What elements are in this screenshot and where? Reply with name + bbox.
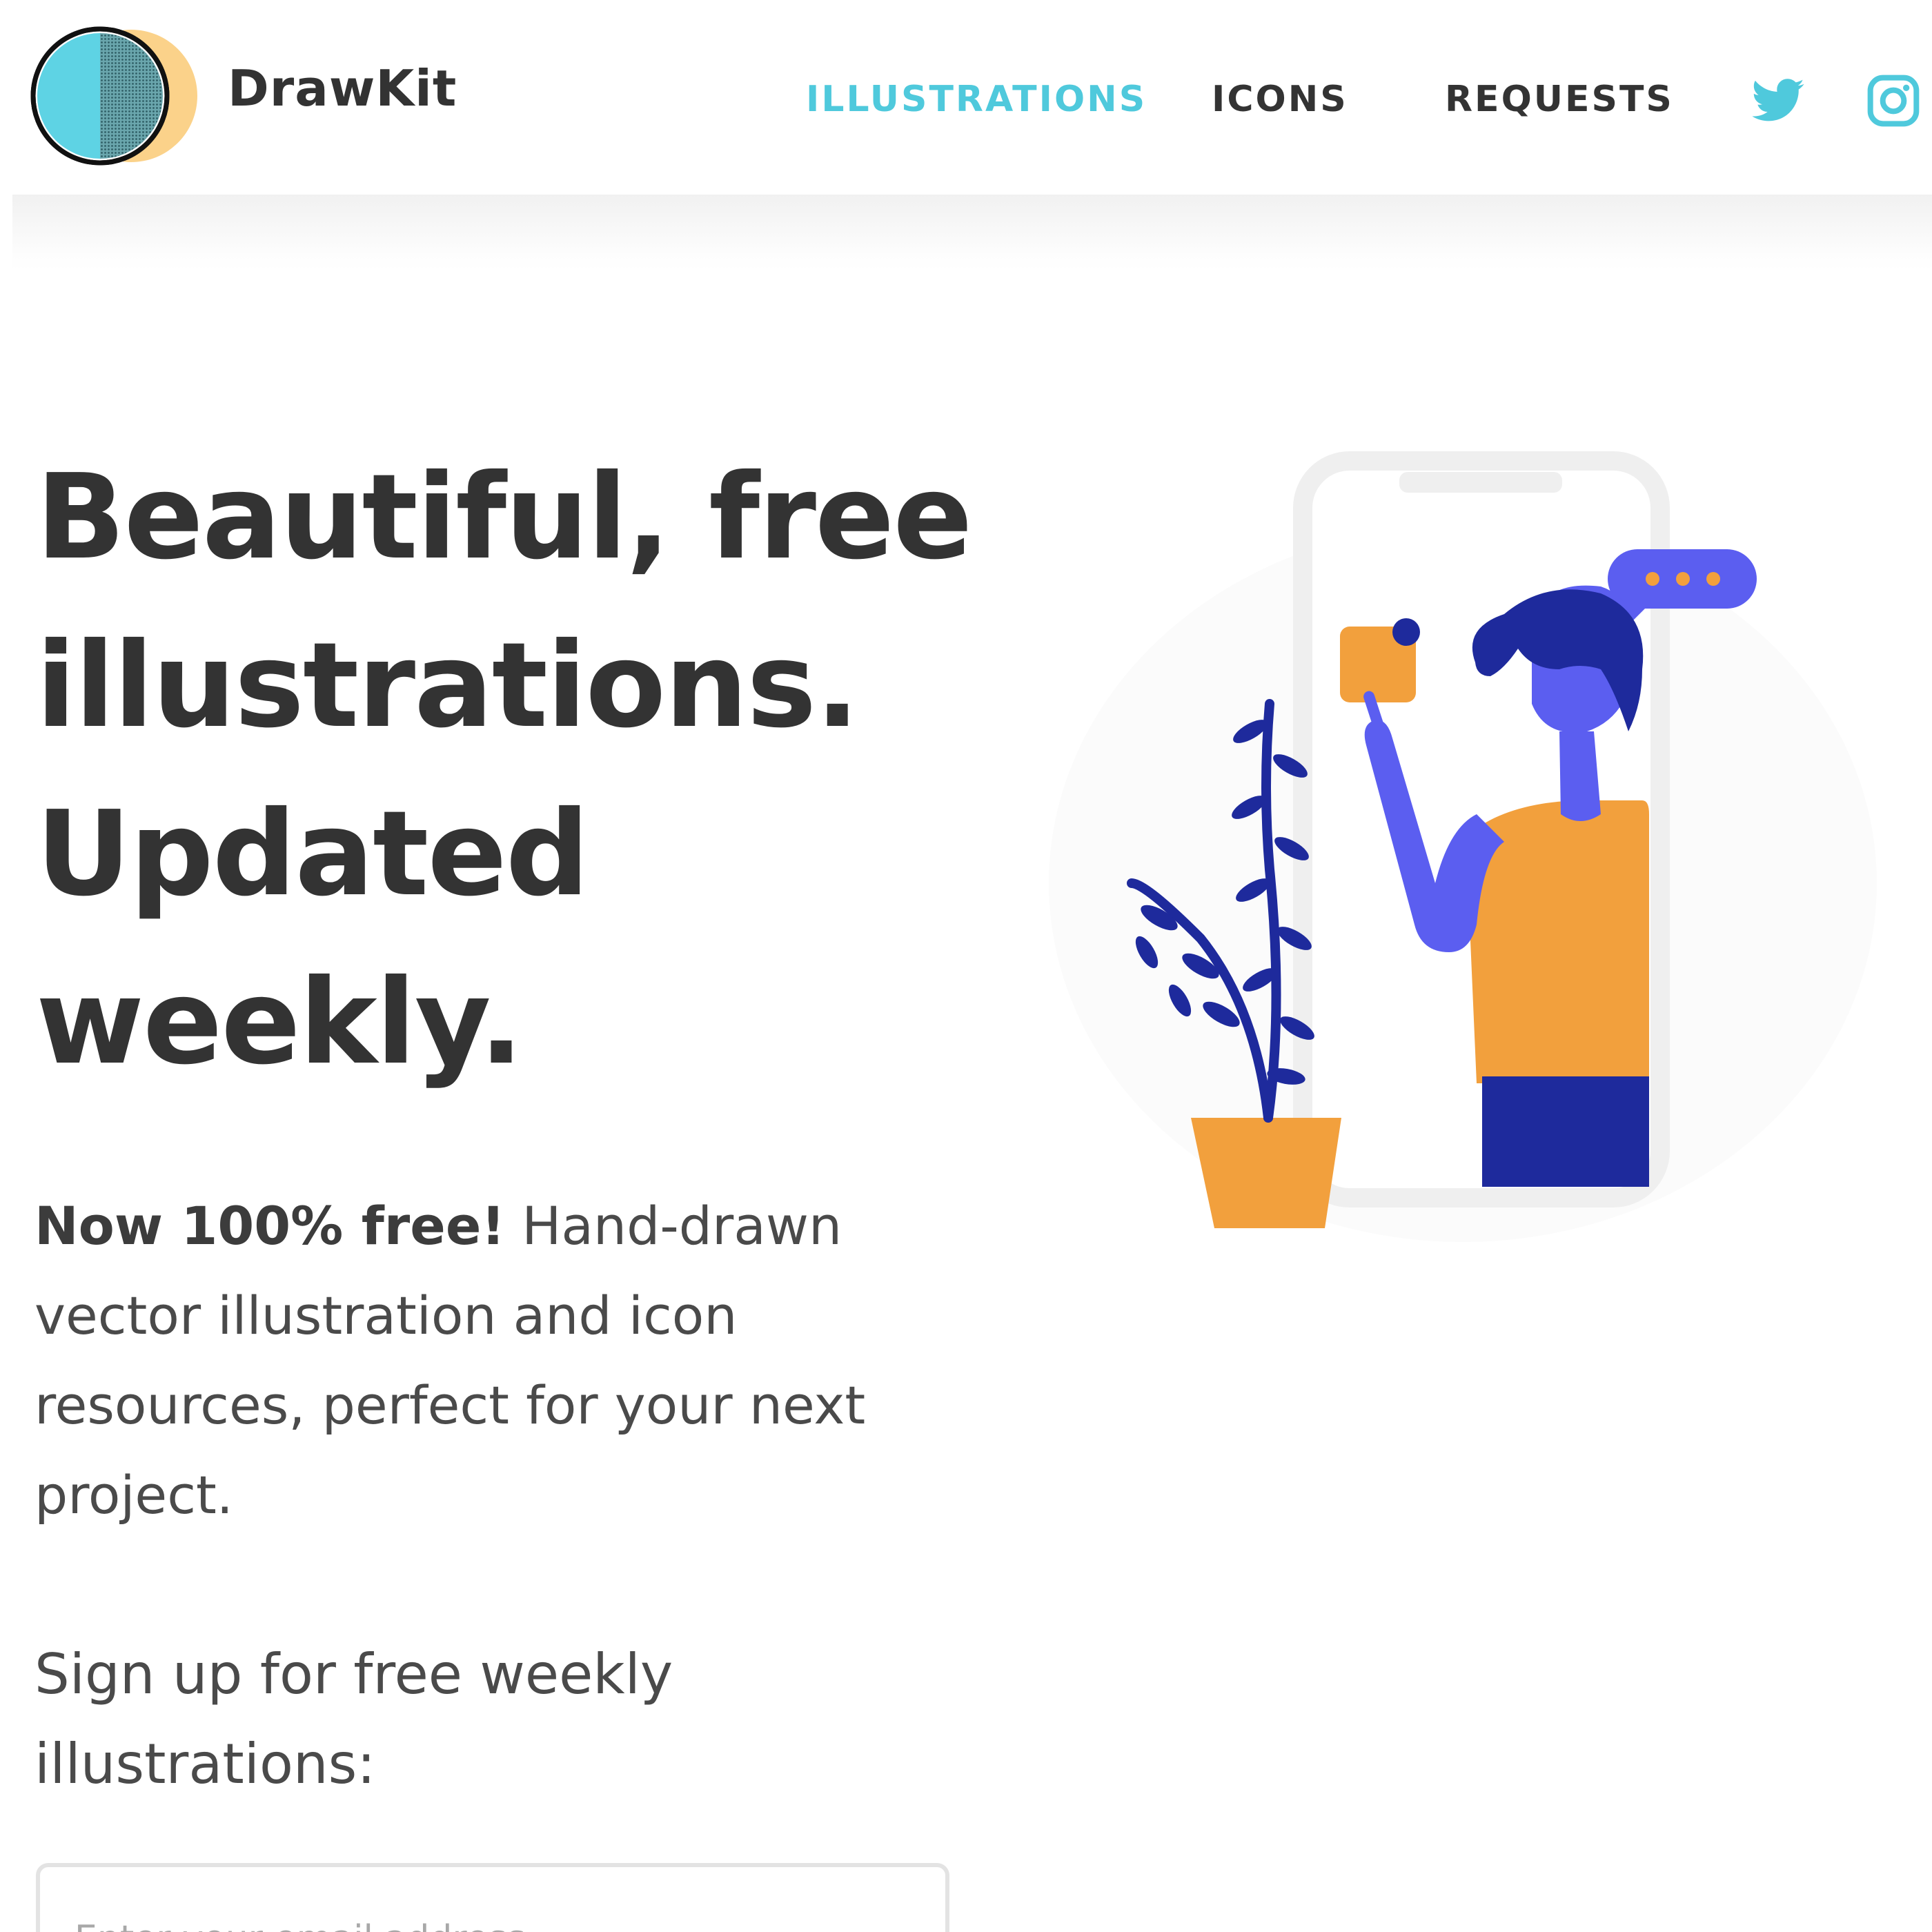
hero-title-line: Updated (36, 786, 589, 923)
nav-requests[interactable]: REQUESTS (1445, 81, 1674, 117)
hero-title-line: Beautiful, free (36, 449, 973, 586)
person-phone-plant-illustration (1049, 451, 1877, 1242)
email-field-container (36, 1863, 949, 1932)
intro-line: resources, perfect for your next (34, 1374, 866, 1436)
hero-title-line: weekly. (36, 954, 524, 1091)
intro-bold: Now 100% free! (34, 1195, 506, 1256)
intro-line: vector illustration and icon (34, 1285, 738, 1346)
nav-illustrations[interactable]: ILLUSTRATIONS (806, 81, 1147, 117)
intro-line: Now 100% free! Hand-drawn (34, 1181, 952, 1271)
instagram-icon[interactable] (1866, 73, 1921, 128)
hero-intro: Now 100% free! Hand-drawn vector illustr… (34, 1181, 952, 1540)
nav-icons[interactable]: ICONS (1212, 81, 1348, 117)
twitter-icon[interactable] (1750, 73, 1806, 130)
hero-title-line: illustrations. (36, 618, 860, 754)
intro-line: project. (34, 1464, 233, 1526)
header-shadow (12, 195, 1932, 270)
site-header: DrawKit ILLUSTRATIONS ICONS REQUESTS (0, 0, 1932, 195)
half-moon-logo-icon[interactable] (28, 23, 207, 168)
email-field[interactable] (75, 1911, 903, 1932)
signup-label-line: illustrations: (34, 1732, 376, 1796)
intro-text: Hand-drawn (505, 1195, 842, 1256)
hero-title: Beautiful, free illustrations. Updated w… (36, 433, 1002, 1107)
signup-label: Sign up for free weekly illustrations: (34, 1630, 862, 1809)
signup-label-line: Sign up for free weekly (34, 1642, 673, 1706)
brand-name[interactable]: DrawKit (228, 63, 457, 113)
